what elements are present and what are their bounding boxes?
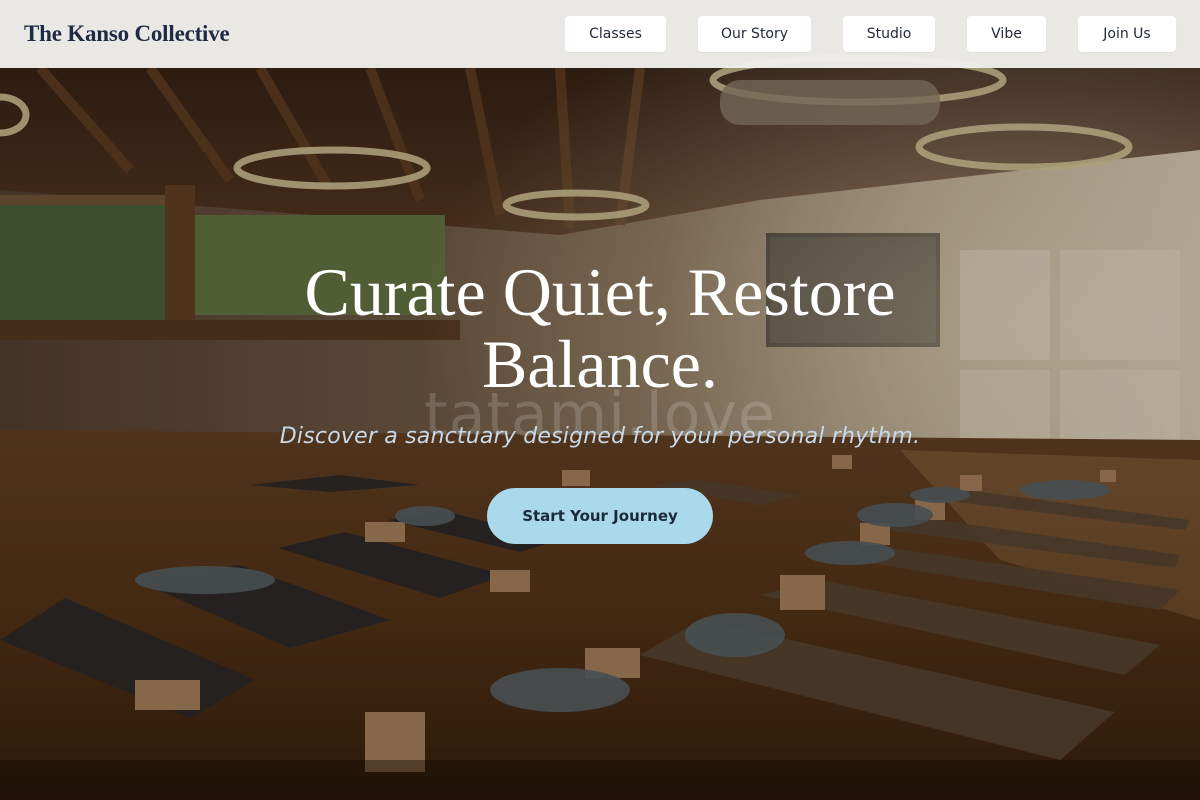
nav-join-us-button[interactable]: Join Us xyxy=(1078,16,1176,52)
nav-studio-button[interactable]: Studio xyxy=(843,16,935,52)
hero-headline-line1: Curate Quiet, Restore xyxy=(304,254,896,330)
hero-subheadline: Discover a sanctuary designed for your p… xyxy=(279,424,921,449)
start-journey-button[interactable]: Start Your Journey xyxy=(487,488,713,544)
site-header: The Kanso Collective Classes Our Story S… xyxy=(0,0,1200,68)
nav-classes-button[interactable]: Classes xyxy=(565,16,666,52)
hero-section: tatami.love Curate Quiet, Restore Balanc… xyxy=(0,0,1200,800)
main-nav: Classes Our Story Studio Vibe Join Us xyxy=(0,16,1200,52)
nav-vibe-button[interactable]: Vibe xyxy=(967,16,1046,52)
hero-headline: Curate Quiet, Restore Balance. xyxy=(200,256,1000,400)
nav-our-story-button[interactable]: Our Story xyxy=(698,16,811,52)
hero-headline-line2: Balance. xyxy=(482,326,718,402)
